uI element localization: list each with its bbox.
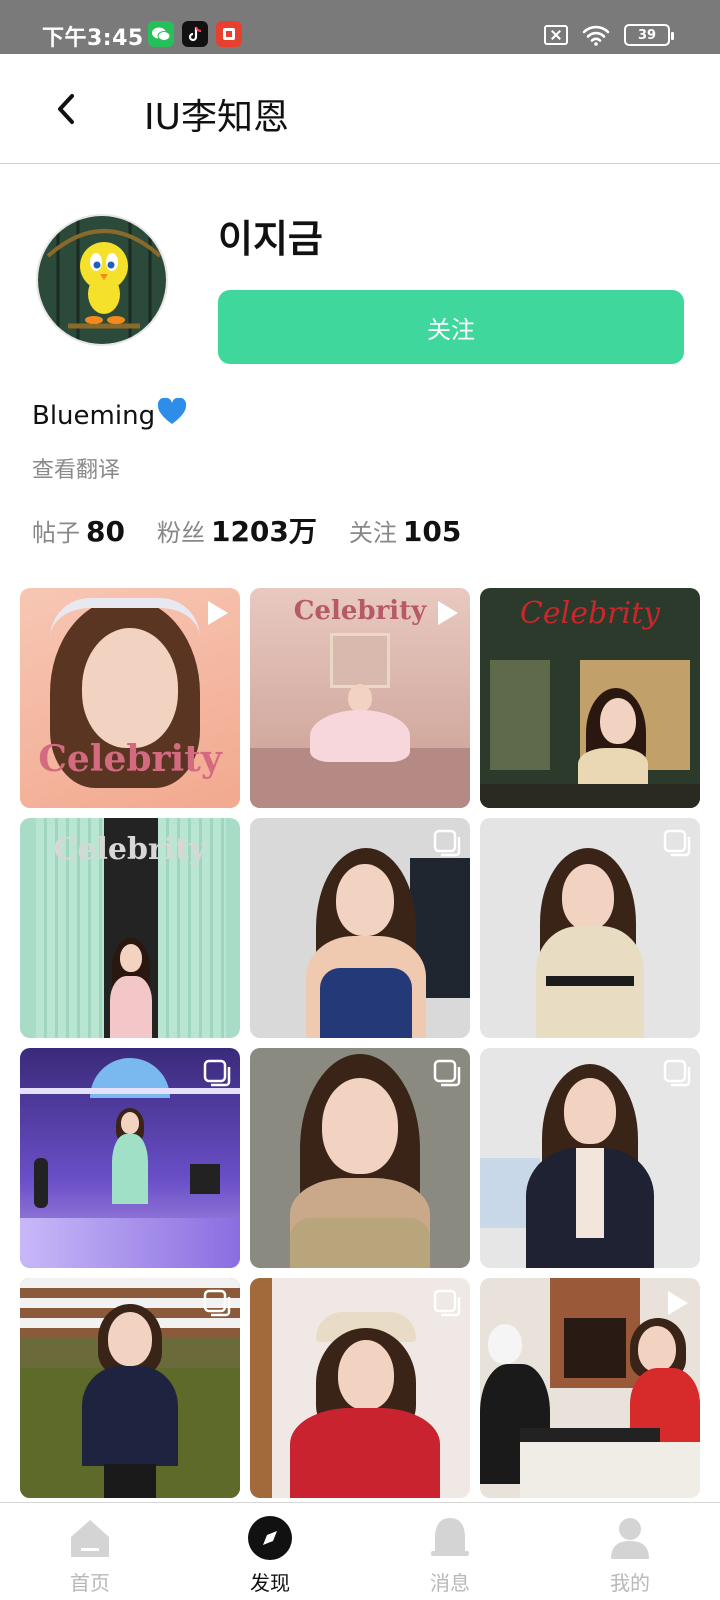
bottom-nav: 首页 发现 消息 我的 <box>0 1502 720 1600</box>
stat-label: 粉丝 <box>156 519 205 547</box>
post-tile[interactable]: Celebrity <box>20 818 240 1038</box>
post-tile[interactable] <box>20 1278 240 1498</box>
blue-heart-icon <box>157 397 187 433</box>
multi-image-icon <box>433 1289 461 1317</box>
nav-label: 我的 <box>610 1571 650 1595</box>
post-tile[interactable] <box>480 818 700 1038</box>
multi-image-icon <box>203 1059 231 1087</box>
nav-messages[interactable]: 消息 <box>360 1503 540 1600</box>
shopping-app-icon <box>216 21 242 47</box>
multi-image-icon <box>433 1059 461 1087</box>
post-tile[interactable] <box>250 1048 470 1268</box>
nav-home[interactable]: 首页 <box>0 1503 180 1600</box>
post-tile[interactable] <box>20 1048 240 1268</box>
post-tile[interactable] <box>480 1048 700 1268</box>
nav-profile[interactable]: 我的 <box>540 1503 720 1600</box>
header: IU李知恩 <box>0 54 720 164</box>
battery-icon: 39 <box>624 24 674 46</box>
multi-image-icon <box>663 1059 691 1087</box>
post-caption: Celebrity <box>519 596 661 631</box>
status-bar: 下午3:45 39 <box>0 0 720 54</box>
translate-link[interactable]: 查看翻译 <box>32 452 120 484</box>
post-caption: Celebrity <box>38 738 222 780</box>
bio-text: Blueming <box>32 400 156 431</box>
post-tile[interactable] <box>250 1278 470 1498</box>
post-tile[interactable]: Celebrity <box>20 588 240 808</box>
wifi-icon <box>582 25 610 46</box>
back-button[interactable] <box>42 84 92 134</box>
status-indicators: 39 <box>544 22 674 48</box>
stat-label: 关注 <box>348 519 397 547</box>
post-caption: Celebrity <box>53 832 207 867</box>
nav-label: 发现 <box>250 1571 290 1595</box>
stat-value: 80 <box>86 515 125 548</box>
post-tile[interactable]: Celebrity <box>480 588 700 808</box>
post-grid: Celebrity Celebrity Celebrity Celebrity <box>20 588 700 1498</box>
username: 이지금 <box>218 217 323 261</box>
post-tile[interactable]: Celebrity <box>250 588 470 808</box>
user-icon <box>611 1518 649 1559</box>
follow-button[interactable]: 关注 <box>218 290 684 364</box>
post-tile[interactable] <box>250 818 470 1038</box>
stat-posts[interactable]: 帖子 80 <box>32 513 125 548</box>
avatar[interactable] <box>36 214 168 346</box>
home-icon <box>71 1520 109 1557</box>
battery-level: 39 <box>637 27 657 43</box>
tiktok-icon <box>182 21 208 47</box>
post-tile[interactable] <box>480 1278 700 1498</box>
nav-discover[interactable]: 发现 <box>180 1503 360 1600</box>
wechat-icon <box>148 21 174 47</box>
compass-icon <box>248 1516 292 1560</box>
multi-image-icon <box>203 1289 231 1317</box>
bio: Blueming <box>32 397 187 433</box>
multi-image-icon <box>663 829 691 857</box>
nav-label: 首页 <box>70 1571 110 1595</box>
stats-bar: 帖子 80 粉丝 1203万 关注 105 <box>32 510 461 550</box>
page-title: IU李知恩 <box>144 97 289 138</box>
status-time: 下午3:45 <box>42 26 144 51</box>
nav-label: 消息 <box>430 1571 470 1595</box>
video-play-icon <box>438 601 458 625</box>
bell-icon <box>431 1518 469 1556</box>
chevron-left-icon <box>58 94 74 124</box>
stat-value: 1203万 <box>210 515 317 548</box>
multi-image-icon <box>433 829 461 857</box>
video-play-icon <box>668 1291 688 1315</box>
video-play-icon <box>208 601 228 625</box>
no-sim-icon <box>544 25 568 45</box>
stat-label: 帖子 <box>32 519 80 547</box>
cartoon-bird-avatar-icon <box>38 216 166 344</box>
stat-following[interactable]: 关注 105 <box>349 513 461 548</box>
stat-value: 105 <box>402 515 462 548</box>
stat-followers[interactable]: 粉丝 1203万 <box>157 510 317 550</box>
